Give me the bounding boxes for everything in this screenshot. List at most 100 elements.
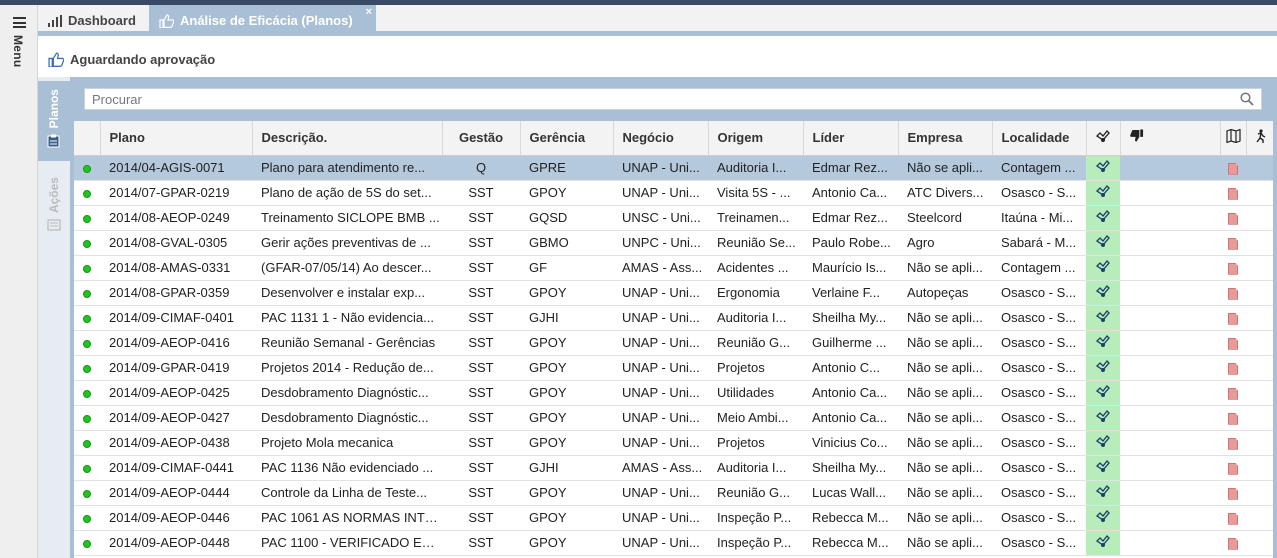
pdf-icon[interactable]: [1228, 462, 1238, 475]
effective-action-cell[interactable]: [1086, 355, 1120, 381]
pdf-cell[interactable]: [1220, 530, 1246, 556]
run-action-cell[interactable]: [1246, 255, 1273, 281]
table-row[interactable]: 2014/09-GPAR-0419 Projetos 2014 - Redução…: [74, 355, 1273, 381]
pdf-icon[interactable]: [1228, 362, 1238, 375]
column-header-not-effective[interactable]: [1120, 121, 1221, 156]
effective-icon[interactable]: [1095, 384, 1111, 398]
effective-action-cell[interactable]: [1086, 405, 1120, 431]
table-row[interactable]: 2014/08-AEOP-0249 Treinamento SICLOPE BMB…: [74, 205, 1273, 231]
table-row[interactable]: 2014/09-AEOP-0416 Reunião Semanal - Gerên…: [74, 330, 1273, 356]
effective-action-cell[interactable]: [1086, 505, 1120, 531]
effective-icon[interactable]: [1095, 534, 1111, 548]
hamburger-icon[interactable]: [13, 17, 26, 28]
run-action-cell[interactable]: [1246, 355, 1273, 381]
run-action-cell[interactable]: [1246, 480, 1273, 506]
effective-icon[interactable]: [1095, 509, 1111, 523]
effective-action-cell[interactable]: [1086, 305, 1120, 331]
side-tab-acoes[interactable]: Ações: [38, 169, 70, 239]
effective-action-cell[interactable]: [1086, 380, 1120, 406]
not-effective-action-cell[interactable]: [1120, 530, 1220, 556]
effective-action-cell[interactable]: [1086, 230, 1120, 256]
search-bar[interactable]: [84, 88, 1262, 110]
not-effective-action-cell[interactable]: [1120, 305, 1220, 331]
close-icon[interactable]: ×: [366, 6, 372, 18]
pdf-icon[interactable]: [1228, 337, 1238, 350]
run-action-cell[interactable]: [1246, 155, 1273, 181]
pdf-cell[interactable]: [1220, 405, 1246, 431]
not-effective-action-cell[interactable]: [1120, 355, 1220, 381]
run-action-cell[interactable]: [1246, 430, 1273, 456]
effective-action-cell[interactable]: [1086, 455, 1120, 481]
effective-icon[interactable]: [1095, 259, 1111, 273]
column-header-gerencia[interactable]: Gerência: [520, 121, 614, 156]
effective-icon[interactable]: [1095, 359, 1111, 373]
not-effective-action-cell[interactable]: [1120, 205, 1220, 231]
not-effective-action-cell[interactable]: [1120, 405, 1220, 431]
not-effective-action-cell[interactable]: [1120, 505, 1220, 531]
effective-icon[interactable]: [1095, 159, 1111, 173]
pdf-cell[interactable]: [1220, 430, 1246, 456]
pdf-cell[interactable]: [1220, 155, 1246, 181]
pdf-cell[interactable]: [1220, 230, 1246, 256]
table-row[interactable]: 2014/09-CIMAF-0441 PAC 1136 Não evidencia…: [74, 455, 1273, 481]
table-row[interactable]: 2014/09-AEOP-0425 Desdobramento Diagnósti…: [74, 380, 1273, 406]
effective-icon[interactable]: [1095, 459, 1111, 473]
column-header-effective[interactable]: [1086, 121, 1121, 156]
table-row[interactable]: 2014/04-AGIS-0071 Plano para atendimento …: [74, 155, 1273, 181]
pdf-icon[interactable]: [1228, 387, 1238, 400]
pdf-icon[interactable]: [1228, 412, 1238, 425]
tab-dashboard[interactable]: Dashboard: [38, 5, 148, 36]
column-header-descricao[interactable]: Descrição.: [252, 121, 443, 156]
run-action-cell[interactable]: [1246, 205, 1273, 231]
not-effective-action-cell[interactable]: [1120, 380, 1220, 406]
effective-action-cell[interactable]: [1086, 180, 1120, 206]
run-action-cell[interactable]: [1246, 455, 1273, 481]
pdf-icon[interactable]: [1228, 187, 1238, 200]
pdf-icon[interactable]: [1228, 237, 1238, 250]
run-action-cell[interactable]: [1246, 305, 1273, 331]
pdf-icon[interactable]: [1228, 287, 1238, 300]
table-row[interactable]: 2014/09-AEOP-0438 Projeto Mola mecanica SS…: [74, 430, 1273, 456]
pdf-icon[interactable]: [1228, 262, 1238, 275]
table-row[interactable]: 2014/09-AEOP-0446 PAC 1061 AS NORMAS INTE…: [74, 505, 1273, 531]
not-effective-action-cell[interactable]: [1120, 455, 1220, 481]
run-action-cell[interactable]: [1246, 230, 1273, 256]
table-row[interactable]: 2014/08-GVAL-0305 Gerir ações preventivas…: [74, 230, 1273, 256]
menu-rail[interactable]: Menu: [0, 5, 38, 558]
run-action-cell[interactable]: [1246, 505, 1273, 531]
pdf-icon[interactable]: [1228, 312, 1238, 325]
run-action-cell[interactable]: [1246, 330, 1273, 356]
pdf-cell[interactable]: [1220, 255, 1246, 281]
table-row[interactable]: 2014/09-AEOP-0444 Controle da Linha de Te…: [74, 480, 1273, 506]
effective-action-cell[interactable]: [1086, 430, 1120, 456]
menu-label[interactable]: Menu: [11, 35, 25, 68]
effective-icon[interactable]: [1095, 434, 1111, 448]
search-input[interactable]: [92, 91, 1261, 107]
effective-icon[interactable]: [1095, 484, 1111, 498]
run-action-cell[interactable]: [1246, 530, 1273, 556]
column-header-gestao[interactable]: Gestão: [442, 121, 521, 156]
column-header-localidade[interactable]: Localidade: [992, 121, 1087, 156]
table-row[interactable]: 2014/09-AEOP-0448 PAC 1100 - VERIFICADO E…: [74, 530, 1273, 556]
pdf-icon[interactable]: [1228, 437, 1238, 450]
pdf-icon[interactable]: [1228, 512, 1238, 525]
effective-action-cell[interactable]: [1086, 530, 1120, 556]
not-effective-action-cell[interactable]: [1120, 480, 1220, 506]
column-header-negocio[interactable]: Negócio: [613, 121, 709, 156]
not-effective-action-cell[interactable]: [1120, 330, 1220, 356]
pdf-icon[interactable]: [1228, 212, 1238, 225]
table-row[interactable]: 2014/09-CIMAF-0401 PAC 1131 1 - Não evide…: [74, 305, 1273, 331]
not-effective-action-cell[interactable]: [1120, 430, 1220, 456]
effective-icon[interactable]: [1095, 184, 1111, 198]
column-header-origem[interactable]: Origem: [708, 121, 804, 156]
not-effective-action-cell[interactable]: [1120, 180, 1220, 206]
pdf-cell[interactable]: [1220, 330, 1246, 356]
table-row[interactable]: 2014/09-AEOP-0427 Desdobramento Diagnósti…: [74, 405, 1273, 431]
run-action-cell[interactable]: [1246, 405, 1273, 431]
effective-icon[interactable]: [1095, 409, 1111, 423]
effective-action-cell[interactable]: [1086, 255, 1120, 281]
effective-action-cell[interactable]: [1086, 480, 1120, 506]
not-effective-action-cell[interactable]: [1120, 255, 1220, 281]
pdf-cell[interactable]: [1220, 455, 1246, 481]
pdf-icon[interactable]: [1228, 537, 1238, 550]
